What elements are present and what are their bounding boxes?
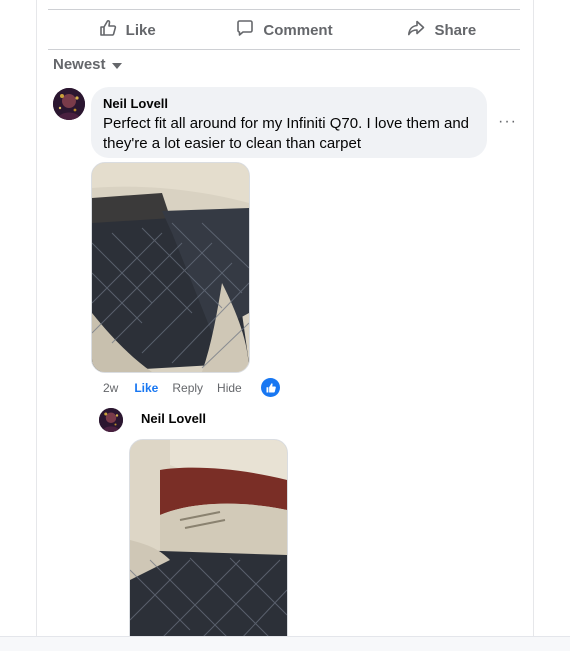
comment-sort-dropdown[interactable]: Newest bbox=[53, 56, 122, 73]
comment-timestamp[interactable]: 2w bbox=[103, 381, 118, 395]
actions-divider bbox=[48, 49, 520, 50]
comment-icon bbox=[235, 18, 255, 42]
reply-photo[interactable] bbox=[129, 439, 288, 641]
share-action-button[interactable]: Share bbox=[363, 12, 520, 48]
reply-author[interactable]: Neil Lovell bbox=[141, 411, 206, 426]
comment-author[interactable]: Neil Lovell bbox=[103, 96, 475, 112]
like-action-label: Like bbox=[125, 21, 156, 39]
more-options-icon[interactable]: ··· bbox=[498, 113, 517, 131]
comment-text-line-1: Perfect fit all around for my Infiniti Q… bbox=[103, 115, 470, 132]
comment-text-line-2: they're a lot easier to clean than carpe… bbox=[103, 135, 362, 152]
like-action-button[interactable]: Like bbox=[48, 12, 205, 48]
comment-meta-bar: 2w Like Reply Hide bbox=[103, 381, 256, 395]
comment-hide-link[interactable]: Hide bbox=[217, 381, 242, 395]
caret-down-icon bbox=[111, 62, 122, 69]
reply-avatar[interactable] bbox=[99, 408, 123, 432]
post-action-bar: Like Comment Share bbox=[48, 12, 520, 48]
top-divider bbox=[48, 9, 520, 10]
comment-action-label: Comment bbox=[263, 21, 333, 39]
share-action-label: Share bbox=[434, 21, 477, 39]
comment-reply-link[interactable]: Reply bbox=[172, 381, 203, 395]
thumbs-up-reaction-icon[interactable] bbox=[261, 378, 280, 397]
sort-label: Newest bbox=[53, 56, 106, 73]
share-icon bbox=[406, 18, 426, 42]
comment-photo[interactable] bbox=[91, 162, 250, 373]
comment-action-button[interactable]: Comment bbox=[205, 12, 362, 48]
comment-like-link[interactable]: Like bbox=[134, 381, 158, 395]
comment-bubble: Neil Lovell Perfect fit all around for m… bbox=[91, 87, 487, 158]
page-bottom-bar bbox=[0, 636, 570, 651]
avatar[interactable] bbox=[53, 88, 85, 120]
thumbs-up-icon bbox=[98, 18, 118, 42]
